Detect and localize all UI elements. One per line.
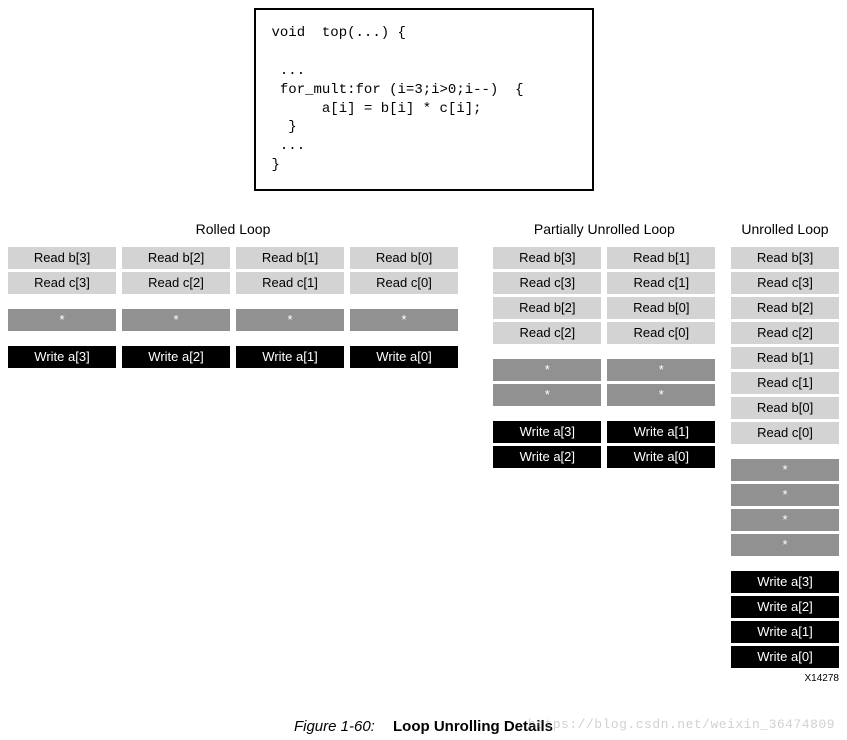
write-box: Write a[0] <box>731 646 839 668</box>
read-box: Read c[3] <box>8 272 116 294</box>
op-multiply-box: * <box>122 309 230 331</box>
partial-columns: Read b[3] Read c[3] Read b[2] Read c[2] * * Wr… <box>493 247 715 471</box>
figure-caption: Figure 1-60: Loop Unrolling Details <box>8 718 839 735</box>
read-box: Read b[0] <box>607 297 715 319</box>
section-title-unrolled: Unrolled Loop <box>731 221 839 237</box>
write-box: Write a[1] <box>731 621 839 643</box>
diagram-column: Read b[0] Read c[0] * Write a[0] <box>350 247 458 371</box>
read-box: Read c[2] <box>731 322 839 344</box>
read-box: Read b[3] <box>8 247 116 269</box>
read-box: Read b[3] <box>731 247 839 269</box>
op-multiply-box: * <box>236 309 344 331</box>
write-box: Write a[1] <box>236 346 344 368</box>
diagram-column: Read b[3] Read c[3] Read b[2] Read c[2] Read… <box>731 247 839 671</box>
read-box: Read c[3] <box>731 272 839 294</box>
read-box: Read b[2] <box>731 297 839 319</box>
read-box: Read c[1] <box>236 272 344 294</box>
op-multiply-box: * <box>731 509 839 531</box>
caption-label: Figure 1-60: <box>294 718 375 735</box>
read-box: Read c[2] <box>122 272 230 294</box>
read-box: Read b[2] <box>122 247 230 269</box>
write-box: Write a[0] <box>607 446 715 468</box>
op-multiply-box: * <box>493 359 601 381</box>
read-box: Read c[1] <box>607 272 715 294</box>
section-title-partial: Partially Unrolled Loop <box>493 221 715 237</box>
section-unrolled: Unrolled Loop Read b[3] Read c[3] Read b[2… <box>731 221 839 684</box>
read-box: Read b[1] <box>236 247 344 269</box>
caption-title: Loop Unrolling Details <box>393 718 553 735</box>
op-multiply-box: * <box>8 309 116 331</box>
write-box: Write a[2] <box>731 596 839 618</box>
read-box: Read c[3] <box>493 272 601 294</box>
op-multiply-box: * <box>731 459 839 481</box>
diagram-column: Read b[2] Read c[2] * Write a[2] <box>122 247 230 371</box>
read-box: Read b[3] <box>493 247 601 269</box>
diagram-column: Read b[3] Read c[3] Read b[2] Read c[2] * * Wr… <box>493 247 601 471</box>
code-snippet: void top(...) { ... for_mult:for (i=3;i>… <box>254 8 594 191</box>
read-box: Read b[0] <box>731 397 839 419</box>
read-box: Read c[1] <box>731 372 839 394</box>
write-box: Write a[1] <box>607 421 715 443</box>
section-rolled: Rolled Loop Read b[3] Read c[3] * Write a[3… <box>8 221 458 371</box>
read-box: Read b[1] <box>607 247 715 269</box>
op-multiply-box: * <box>493 384 601 406</box>
figure-id: X14278 <box>731 673 839 684</box>
read-box: Read c[0] <box>350 272 458 294</box>
write-box: Write a[2] <box>493 446 601 468</box>
write-box: Write a[3] <box>8 346 116 368</box>
op-multiply-box: * <box>350 309 458 331</box>
read-box: Read b[0] <box>350 247 458 269</box>
diagram-sections: Rolled Loop Read b[3] Read c[3] * Write a[3… <box>8 221 839 684</box>
write-box: Write a[3] <box>731 571 839 593</box>
unrolled-columns: Read b[3] Read c[3] Read b[2] Read c[2] Read… <box>731 247 839 671</box>
diagram-column: Read b[1] Read c[1] Read b[0] Read c[0] * * Wr… <box>607 247 715 471</box>
section-partial: Partially Unrolled Loop Read b[3] Read c[… <box>493 221 715 471</box>
op-multiply-box: * <box>607 384 715 406</box>
read-box: Read c[2] <box>493 322 601 344</box>
section-title-rolled: Rolled Loop <box>8 221 458 237</box>
read-box: Read c[0] <box>731 422 839 444</box>
write-box: Write a[3] <box>493 421 601 443</box>
write-box: Write a[2] <box>122 346 230 368</box>
op-multiply-box: * <box>731 534 839 556</box>
op-multiply-box: * <box>731 484 839 506</box>
diagram-column: Read b[3] Read c[3] * Write a[3] <box>8 247 116 371</box>
read-box: Read b[1] <box>731 347 839 369</box>
op-multiply-box: * <box>607 359 715 381</box>
read-box: Read c[0] <box>607 322 715 344</box>
rolled-columns: Read b[3]Read c[3]*Write a[3]Read b[2]Re… <box>8 247 458 371</box>
diagram-column: Read b[1] Read c[1] * Write a[1] <box>236 247 344 371</box>
read-box: Read b[2] <box>493 297 601 319</box>
write-box: Write a[0] <box>350 346 458 368</box>
